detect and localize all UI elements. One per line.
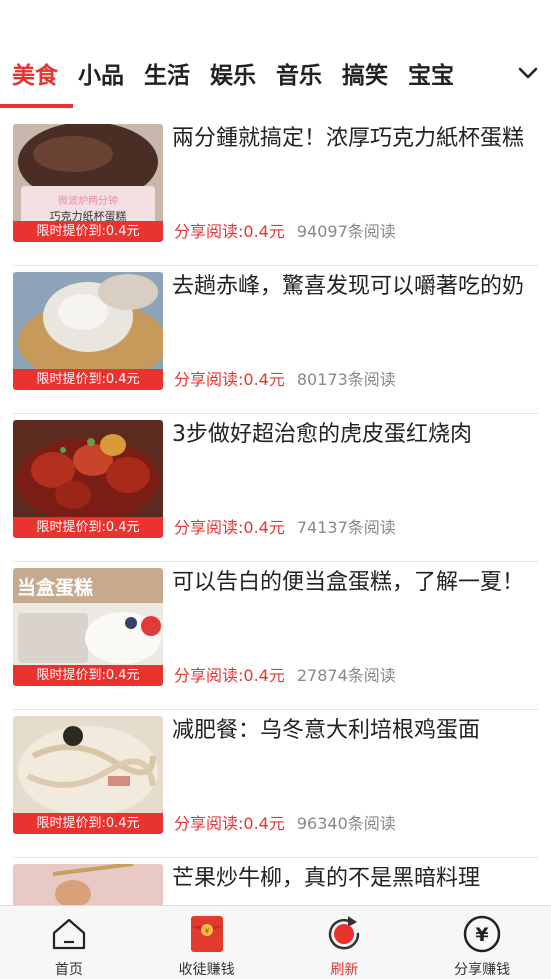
share-earn-label: 分享阅读:0.4元 bbox=[174, 666, 285, 685]
article-meta: 分享阅读:0.4元 96340条阅读 bbox=[174, 810, 396, 834]
bottom-navigation: 首页 ¥ 收徒赚钱 刷新 ¥ 分享赚钱 bbox=[0, 905, 551, 979]
nav-share[interactable]: ¥ 分享赚钱 bbox=[413, 906, 551, 979]
svg-text:¥: ¥ bbox=[476, 924, 489, 946]
red-envelope-icon: ¥ bbox=[187, 914, 227, 954]
share-earn-label: 分享阅读:0.4元 bbox=[174, 370, 285, 389]
article-meta: 分享阅读:0.4元 74137条阅读 bbox=[174, 514, 396, 538]
read-count: 74137条阅读 bbox=[296, 518, 396, 537]
tab-skits[interactable]: 小品 bbox=[78, 56, 124, 90]
list-item[interactable]: 限时提价到:0.4元 减肥餐：乌冬意大利培根鸡蛋面 分享阅读:0.4元 96340… bbox=[13, 710, 538, 858]
price-badge: 限时提价到:0.4元 bbox=[13, 369, 163, 390]
share-earn-label: 分享阅读:0.4元 bbox=[174, 814, 285, 833]
category-tabs: 美食 小品 生活 娱乐 音乐 搞笑 宝宝 bbox=[0, 48, 551, 110]
tab-food[interactable]: 美食 bbox=[12, 56, 58, 90]
article-thumbnail: 限时提价到:0.4元 bbox=[13, 272, 163, 390]
article-list: 微波炉两分钟 巧克力纸杯蛋糕 限时提价到:0.4元 兩分鍾就搞定！浓厚巧克力紙杯… bbox=[13, 118, 538, 979]
refresh-icon bbox=[324, 914, 364, 954]
price-badge: 限时提价到:0.4元 bbox=[13, 517, 163, 538]
list-item[interactable]: 当盒蛋糕 限时提价到:0.4元 可以告白的便当盒蛋糕，了解一夏！ 分享阅读:0.… bbox=[13, 562, 538, 710]
home-icon bbox=[49, 914, 89, 954]
tab-life[interactable]: 生活 bbox=[144, 56, 190, 90]
article-meta: 分享阅读:0.4元 27874条阅读 bbox=[174, 662, 396, 686]
svg-text:¥: ¥ bbox=[204, 927, 209, 936]
svg-text:当盒蛋糕: 当盒蛋糕 bbox=[17, 576, 93, 599]
yuan-coin-icon: ¥ bbox=[462, 914, 502, 954]
price-badge: 限时提价到:0.4元 bbox=[13, 665, 163, 686]
read-count: 94097条阅读 bbox=[296, 222, 396, 241]
nav-recruit[interactable]: ¥ 收徒赚钱 bbox=[138, 906, 276, 979]
read-count: 96340条阅读 bbox=[296, 814, 396, 833]
article-thumbnail: 微波炉两分钟 巧克力纸杯蛋糕 限时提价到:0.4元 bbox=[13, 124, 163, 242]
article-meta: 分享阅读:0.4元 80173条阅读 bbox=[174, 366, 396, 390]
nav-refresh-label: 刷新 bbox=[330, 962, 359, 978]
article-title[interactable]: 芒果炒牛柳，真的不是黑暗料理 bbox=[172, 862, 538, 895]
list-item[interactable]: 限时提价到:0.4元 去趟赤峰，驚喜发现可以嚼著吃的奶 分享阅读:0.4元 801… bbox=[13, 266, 538, 414]
tab-baby[interactable]: 宝宝 bbox=[408, 56, 454, 90]
tab-music[interactable]: 音乐 bbox=[276, 56, 322, 90]
article-title[interactable]: 可以告白的便当盒蛋糕，了解一夏！ bbox=[172, 566, 538, 599]
article-title[interactable]: 兩分鍾就搞定！浓厚巧克力紙杯蛋糕 bbox=[172, 122, 538, 155]
price-badge: 限时提价到:0.4元 bbox=[13, 221, 163, 242]
nav-share-label: 分享赚钱 bbox=[454, 962, 511, 978]
list-item[interactable]: 限时提价到:0.4元 3步做好超治愈的虎皮蛋红烧肉 分享阅读:0.4元 74137… bbox=[13, 414, 538, 562]
read-count: 27874条阅读 bbox=[296, 666, 396, 685]
article-thumbnail: 当盒蛋糕 限时提价到:0.4元 bbox=[13, 568, 163, 686]
article-title[interactable]: 3步做好超治愈的虎皮蛋红烧肉 bbox=[172, 418, 538, 451]
nav-refresh[interactable]: 刷新 bbox=[276, 906, 414, 979]
active-tab-indicator bbox=[0, 104, 73, 108]
tab-entertainment[interactable]: 娱乐 bbox=[210, 56, 256, 90]
share-earn-label: 分享阅读:0.4元 bbox=[174, 518, 285, 537]
svg-text:微波炉两分钟: 微波炉两分钟 bbox=[58, 194, 118, 207]
article-title[interactable]: 去趟赤峰，驚喜发现可以嚼著吃的奶 bbox=[172, 270, 538, 303]
nav-recruit-label: 收徒赚钱 bbox=[178, 962, 235, 978]
nav-home[interactable]: 首页 bbox=[0, 906, 138, 979]
nav-home-label: 首页 bbox=[54, 962, 83, 978]
read-count: 80173条阅读 bbox=[296, 370, 396, 389]
article-thumbnail: 限时提价到:0.4元 bbox=[13, 716, 163, 834]
share-earn-label: 分享阅读:0.4元 bbox=[174, 222, 285, 241]
article-meta: 分享阅读:0.4元 94097条阅读 bbox=[174, 218, 396, 242]
article-thumbnail: 限时提价到:0.4元 bbox=[13, 420, 163, 538]
tab-funny[interactable]: 搞笑 bbox=[342, 56, 388, 90]
article-title[interactable]: 减肥餐：乌冬意大利培根鸡蛋面 bbox=[172, 714, 538, 747]
list-item[interactable]: 微波炉两分钟 巧克力纸杯蛋糕 限时提价到:0.4元 兩分鍾就搞定！浓厚巧克力紙杯… bbox=[13, 118, 538, 266]
price-badge: 限时提价到:0.4元 bbox=[13, 813, 163, 834]
chevron-down-icon[interactable] bbox=[515, 60, 541, 86]
